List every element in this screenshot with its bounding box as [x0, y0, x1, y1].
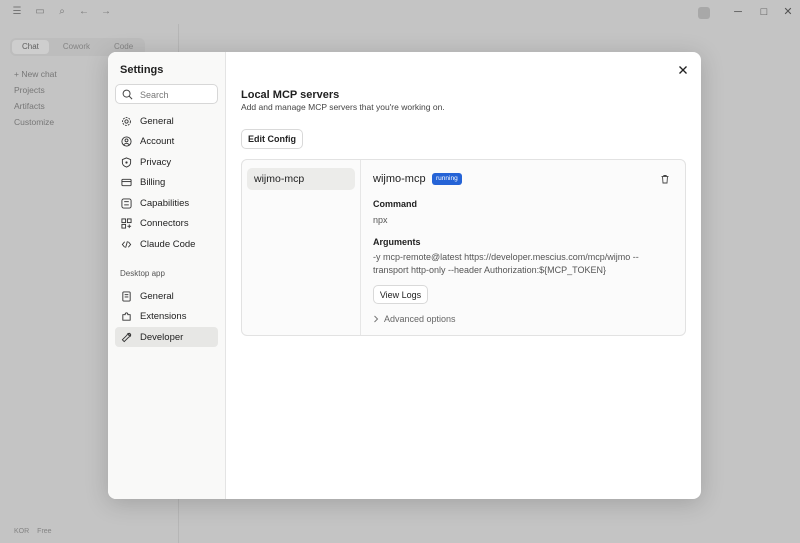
search-icon [122, 89, 133, 100]
arguments-value-line-2: transport http-only --header Authorizati… [373, 265, 606, 275]
nav-item-privacy[interactable]: Privacy [115, 152, 218, 172]
shield-icon [121, 156, 132, 168]
connectors-icon [121, 218, 132, 229]
settings-dialog: Settings General Account Privacy Billing [108, 52, 701, 499]
nav-item-general[interactable]: General [115, 111, 218, 131]
mcp-server-panel: wijmo-mcp wijmo-mcp running Command npx … [241, 159, 686, 336]
page-subtitle: Add and manage MCP servers that you're w… [241, 102, 445, 112]
nav-item-extensions[interactable]: Extensions [115, 307, 218, 327]
search-input[interactable] [140, 88, 214, 101]
server-name: wijmo-mcp [373, 173, 426, 185]
code-icon [121, 240, 132, 248]
nav-item-capabilities[interactable]: Capabilities [115, 193, 218, 213]
close-dialog-icon[interactable] [676, 63, 690, 77]
page-title: Local MCP servers [241, 89, 340, 101]
server-list-item[interactable]: wijmo-mcp [247, 168, 355, 190]
nav-item-label: General [140, 115, 174, 127]
server-detail: wijmo-mcp running Command npx Arguments … [373, 160, 683, 335]
settings-nav: General Account Privacy Billing Capabili… [115, 111, 218, 255]
nav-item-label: General [140, 290, 174, 302]
nav-item-billing[interactable]: Billing [115, 173, 218, 193]
nav-item-desktop-general[interactable]: General [115, 286, 218, 306]
credit-card-icon [121, 178, 132, 187]
nav-item-label: Billing [140, 177, 166, 188]
arguments-value-line-1: -y mcp-remote@latest https://developer.m… [373, 252, 639, 262]
nav-item-claude-code[interactable]: Claude Code [115, 234, 218, 254]
settings-search[interactable] [115, 84, 218, 104]
nav-item-label: Capabilities [140, 197, 190, 209]
view-logs-button[interactable]: View Logs [373, 285, 428, 304]
command-value: npx [373, 215, 388, 225]
arguments-label: Arguments [373, 237, 421, 247]
server-list: wijmo-mcp [242, 160, 361, 335]
advanced-options-toggle[interactable]: Advanced options [373, 314, 456, 324]
command-label: Command [373, 199, 418, 209]
nav-item-label: Developer [140, 331, 184, 343]
wrench-icon [121, 332, 132, 342]
nav-item-label: Claude Code [140, 238, 196, 250]
edit-config-button[interactable]: Edit Config [241, 129, 303, 149]
document-icon [122, 290, 131, 302]
chevron-right-icon [374, 315, 379, 323]
trash-icon[interactable] [660, 174, 670, 184]
nav-item-developer[interactable]: Developer [115, 327, 218, 347]
user-circle-icon [121, 136, 132, 147]
sliders-icon [121, 197, 132, 209]
nav-item-connectors[interactable]: Connectors [115, 214, 218, 234]
settings-sidebar: Settings General Account Privacy Billing [108, 52, 226, 499]
settings-title: Settings [120, 64, 164, 76]
status-badge: running [432, 173, 462, 185]
desktop-app-section-label: Desktop app [120, 269, 165, 278]
nav-item-label: Extensions [140, 311, 187, 322]
advanced-options-label: Advanced options [384, 314, 456, 324]
gear-icon [122, 116, 131, 126]
nav-item-label: Connectors [140, 218, 189, 229]
nav-item-label: Privacy [140, 156, 172, 168]
puzzle-icon [122, 312, 131, 321]
nav-item-account[interactable]: Account [115, 132, 218, 152]
nav-item-label: Account [140, 136, 175, 147]
desktop-nav: General Extensions Developer [115, 286, 218, 348]
